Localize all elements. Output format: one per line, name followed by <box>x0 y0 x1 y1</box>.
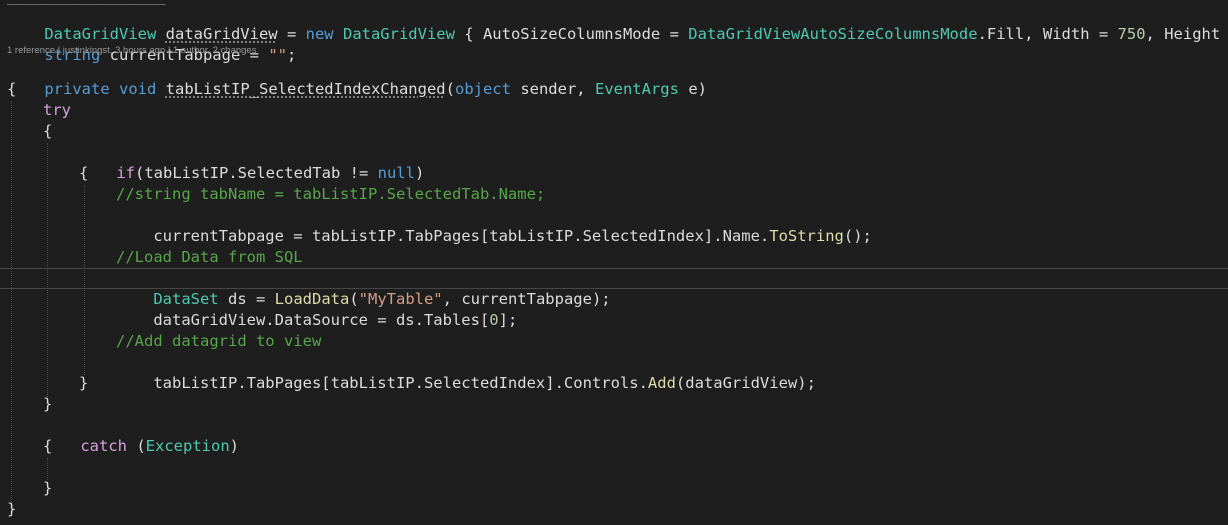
token: 750 <box>1117 25 1146 43</box>
token: null <box>377 164 415 182</box>
token: } <box>7 500 17 518</box>
token: new <box>305 25 334 43</box>
token: if <box>116 164 135 182</box>
token: private <box>44 80 110 98</box>
indent-guide <box>11 101 12 502</box>
token: (tabListIP.SelectedTab != <box>135 164 378 182</box>
code-line[interactable]: try <box>43 100 71 121</box>
comment: //string tabName = tabListIP.SelectedTab… <box>116 185 546 203</box>
token: tabListIP_SelectedIndexChanged <box>165 80 446 98</box>
codelens-info[interactable]: 1 reference | justinkingst, 3 hours ago … <box>7 44 256 58</box>
code-line[interactable]: private void tabListIP_SelectedIndexChan… <box>7 58 707 98</box>
token: { <box>7 80 17 98</box>
token: currentTabpage = tabListIP.TabPages[tabL… <box>153 227 770 245</box>
code-line[interactable]: //string tabName = tabListIP.SelectedTab… <box>116 184 545 205</box>
token: (dataGridView); <box>675 374 816 392</box>
token: e) <box>678 80 707 98</box>
code-line[interactable]: { <box>79 163 88 184</box>
code-line[interactable]: DataSet ds = LoadData("MyTable", current… <box>116 268 610 308</box>
token: void <box>119 80 157 98</box>
token: object <box>454 80 511 98</box>
code-line[interactable]: dataGridView.DataSource = ds.Tables[0]; <box>116 289 517 329</box>
token: DataGridViewAutoSizeColumnsMode <box>688 25 978 43</box>
token: tabListIP.TabPages[tabListIP.SelectedInd… <box>153 374 648 392</box>
code-line[interactable]: DataGridView dataGridView = new DataGrid… <box>7 3 1228 43</box>
code-line[interactable]: catch (Exception) <box>43 415 239 455</box>
code-line[interactable]: } <box>7 499 16 520</box>
token: ( <box>127 437 146 455</box>
comment: //Load Data from SQL <box>116 248 303 266</box>
code-line[interactable]: //Add datagrid to view <box>116 331 321 352</box>
code-line[interactable]: { <box>43 436 52 457</box>
token: { <box>43 122 53 140</box>
indent-guide <box>84 185 85 375</box>
code-line[interactable]: } <box>79 373 88 394</box>
token: } <box>43 479 53 497</box>
token: ) <box>414 164 425 182</box>
token: } <box>43 395 53 413</box>
token: , Height = <box>1145 25 1221 43</box>
token: { <box>79 164 89 182</box>
code-editor[interactable]: _________________ , , DataGridView dataG… <box>0 0 1228 525</box>
token: 0 <box>489 311 499 329</box>
token: dataGridView.DataSource = ds.Tables[ <box>153 311 490 329</box>
token: try <box>43 101 71 119</box>
code-line[interactable]: { <box>7 79 16 100</box>
token: catch <box>80 437 127 455</box>
code-line[interactable]: currentTabpage = tabListIP.TabPages[tabL… <box>116 205 872 245</box>
token: .Fill, Width = <box>977 25 1118 43</box>
token: ) <box>229 437 240 455</box>
token: Add <box>647 374 676 392</box>
token: ]; <box>498 311 518 329</box>
comment: //Add datagrid to view <box>116 332 322 350</box>
token: { <box>43 437 53 455</box>
code-line[interactable]: } <box>43 478 52 499</box>
code-line[interactable]: if(tabListIP.SelectedTab != null) <box>79 142 424 182</box>
code-line[interactable]: //Load Data from SQL <box>116 247 303 268</box>
token: } <box>79 374 89 392</box>
token: sender, <box>510 80 595 98</box>
token: ToString <box>769 227 844 245</box>
token: DataGridView <box>342 25 455 43</box>
token: (); <box>843 227 872 245</box>
code-line[interactable]: string currentTabpage = ""; <box>7 24 296 64</box>
indent-guide <box>47 143 48 397</box>
token: { AutoSizeColumnsMode = <box>454 25 689 43</box>
code-line[interactable]: } <box>43 394 52 415</box>
token: Exception <box>145 437 230 455</box>
code-line[interactable]: tabListIP.TabPages[tabListIP.SelectedInd… <box>116 352 816 392</box>
token: ( <box>445 80 455 98</box>
code-line[interactable]: { <box>43 121 52 142</box>
clipped-line-bottom: , , <box>7 518 73 525</box>
token: EventArgs <box>594 80 679 98</box>
